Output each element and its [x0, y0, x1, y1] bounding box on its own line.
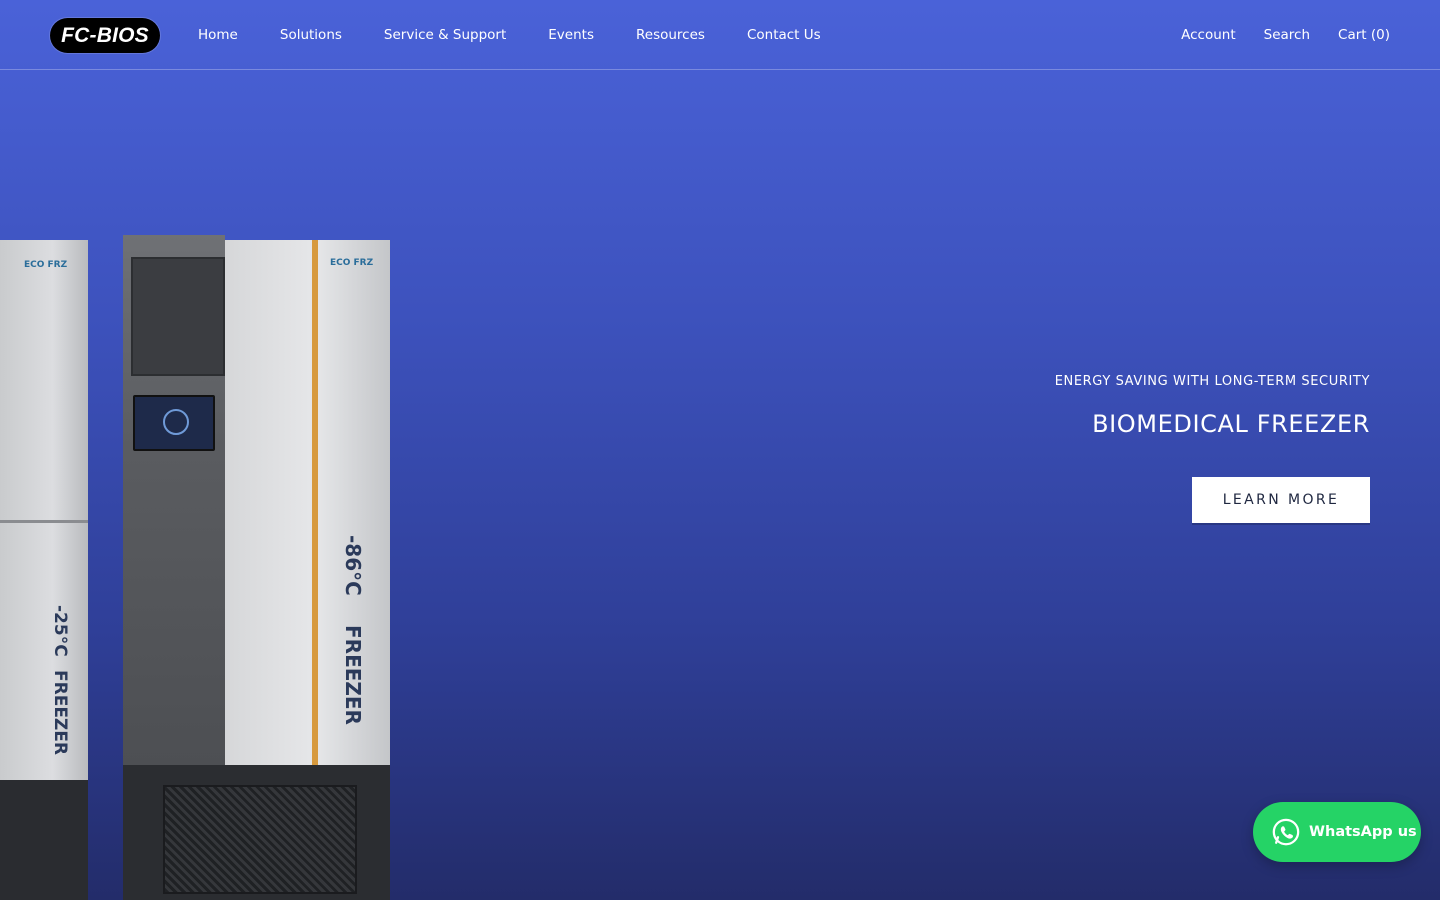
freezer-window	[131, 257, 225, 376]
freezer-left-unit: ECO FRZ -25°C FREEZER	[0, 240, 88, 900]
nav-item-resources[interactable]: Resources	[636, 27, 705, 43]
brand-logo[interactable]: FC-BIOS	[50, 18, 160, 53]
freezer-right-temp: -86°C	[341, 535, 365, 596]
brand-logo-text: FC-BIOS	[61, 23, 149, 47]
freezer-left-label: FREEZER	[50, 670, 70, 755]
freezer-right-base	[123, 765, 390, 900]
account-link[interactable]: Account	[1181, 27, 1236, 43]
header-actions: Account Search Cart (0)	[1153, 0, 1390, 70]
freezer-left-divider	[0, 520, 88, 523]
freezer-left-badge: ECO FRZ	[24, 260, 68, 270]
freezer-left-temp: -25°C	[50, 605, 70, 657]
hero-product-image: ECO FRZ -25°C FREEZER ECO FRZ -86°C FREE…	[0, 235, 400, 900]
whatsapp-label: WhatsApp us	[1309, 824, 1417, 840]
whatsapp-icon	[1272, 818, 1300, 846]
freezer-control-panel	[123, 235, 225, 765]
nav-item-contact-us[interactable]: Contact Us	[747, 27, 821, 43]
freezer-right-badge: ECO FRZ	[330, 258, 374, 268]
nav-item-home[interactable]: Home	[198, 27, 238, 43]
site-header: FC-BIOS Home Solutions Service & Support…	[0, 0, 1440, 70]
main-nav: Home Solutions Service & Support Events …	[198, 0, 863, 70]
hero-title: BIOMEDICAL FREEZER	[1092, 410, 1370, 438]
freezer-dial-icon	[163, 409, 189, 435]
whatsapp-button[interactable]: WhatsApp us	[1253, 802, 1421, 862]
freezer-left-base	[0, 780, 88, 900]
learn-more-button[interactable]: LEARN MORE	[1192, 477, 1370, 523]
freezer-right-door: ECO FRZ -86°C FREEZER	[225, 240, 390, 765]
nav-item-service-support[interactable]: Service & Support	[384, 27, 506, 43]
nav-item-solutions[interactable]: Solutions	[280, 27, 342, 43]
freezer-right-unit: ECO FRZ -86°C FREEZER	[123, 235, 393, 900]
freezer-touchscreen	[133, 395, 215, 451]
cart-link[interactable]: Cart (0)	[1338, 27, 1390, 43]
freezer-right-label: FREEZER	[341, 625, 365, 725]
hero-kicker: ENERGY SAVING WITH LONG-TERM SECURITY	[1054, 374, 1370, 389]
freezer-vent-grille	[163, 785, 357, 894]
search-link[interactable]: Search	[1264, 27, 1310, 43]
freezer-accent-stripe	[312, 240, 318, 765]
nav-item-events[interactable]: Events	[548, 27, 594, 43]
